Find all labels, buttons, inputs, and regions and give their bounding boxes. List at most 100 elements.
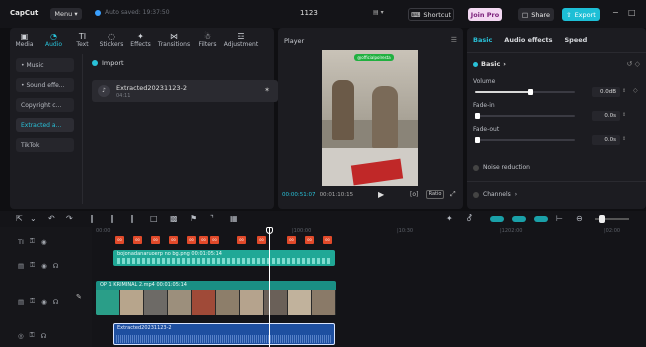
audio-clip[interactable]: Extracted20231123-2: [113, 323, 335, 345]
flag-icon[interactable]: ⚑: [190, 214, 197, 223]
volume-value-field[interactable]: 0.0dB: [592, 87, 620, 97]
maximize-icon[interactable]: □: [628, 8, 636, 17]
zoom-out-icon[interactable]: ⊖: [576, 214, 583, 223]
sticker-clip[interactable]: 00: [133, 236, 142, 244]
auto-snap-toggle[interactable]: [512, 216, 526, 222]
edit-cover-icon[interactable]: ✎: [76, 293, 82, 301]
stepper-icon[interactable]: ⇕: [622, 88, 626, 94]
split-right-icon[interactable]: ∥: [130, 214, 134, 223]
channels-toggle[interactable]: Channels ›: [473, 191, 517, 198]
main-track-magnet-toggle[interactable]: [490, 216, 504, 222]
sticker-clip[interactable]: 00: [210, 236, 219, 244]
fit-screen-icon[interactable]: [o]: [410, 191, 418, 198]
speaker-icon[interactable]: ☊: [53, 262, 59, 270]
crop-icon[interactable]: ⌝: [210, 214, 214, 223]
speaker-icon[interactable]: ☊: [41, 332, 47, 340]
image-clip[interactable]: bojonadanaruoerp no bg.png 00:01:05:14: [113, 250, 335, 266]
microphone-icon[interactable]: ⚦: [466, 214, 473, 223]
add-to-track-icon[interactable]: ✶: [264, 86, 270, 94]
lock-icon[interactable]: ⚿: [30, 237, 35, 246]
sticker-clip[interactable]: 00: [323, 236, 332, 244]
sticker-clip[interactable]: 00: [199, 236, 208, 244]
main-video-clip[interactable]: OP 1 KRIMINAL 2.mp4 00:01:05:14: [96, 281, 336, 315]
split-left-icon[interactable]: ∥: [110, 214, 114, 223]
lock-icon[interactable]: ⚿: [30, 261, 35, 270]
fullscreen-icon[interactable]: ⤢: [450, 190, 456, 199]
menu-button[interactable]: Menu ▾: [50, 8, 82, 20]
chevron-down-icon[interactable]: ⌄: [30, 214, 37, 223]
fade-out-value-field[interactable]: 0.0s: [592, 135, 620, 145]
split-icon[interactable]: ∥: [90, 214, 94, 223]
fade-in-value-field[interactable]: 0.0s: [592, 111, 620, 121]
keyframe-icon[interactable]: ◇: [633, 87, 638, 94]
volume-slider-knob[interactable]: [528, 89, 533, 95]
eye-icon[interactable]: ◉: [41, 298, 47, 306]
sticker-clip[interactable]: 00: [237, 236, 246, 244]
sidebar-item-sound-effects[interactable]: • Sound effe...: [16, 78, 74, 92]
export-button[interactable]: ⇧ Export: [562, 8, 600, 21]
video-preview[interactable]: @officialpolresta: [322, 50, 418, 186]
tab-audio-effects[interactable]: Audio effects: [504, 36, 552, 44]
auto-reframe-icon[interactable]: ▦: [230, 214, 238, 223]
import-button[interactable]: Import: [92, 59, 124, 67]
sticker-clip[interactable]: 00: [169, 236, 178, 244]
sidebar-item-music[interactable]: • Music: [16, 58, 74, 72]
sidebar-item-tiktok[interactable]: TikTok: [16, 138, 74, 152]
shortcut-button[interactable]: ⌨ Shortcut: [408, 8, 454, 21]
delete-icon[interactable]: □: [150, 214, 158, 223]
sticker-clip[interactable]: 00: [115, 236, 124, 244]
sidebar-item-copyright[interactable]: Copyright c...: [16, 98, 74, 112]
audio-asset-card[interactable]: ♪ Extracted20231123-2 04:11 ✶: [92, 80, 278, 102]
playhead-handle[interactable]: [266, 227, 273, 234]
play-icon[interactable]: ▶: [378, 190, 384, 199]
magic-icon[interactable]: ✦: [446, 214, 453, 223]
fade-in-slider-knob[interactable]: [475, 113, 480, 119]
sidebar-item-extracted-audio[interactable]: Extracted a...: [16, 118, 74, 132]
fade-in-slider[interactable]: [475, 113, 575, 119]
sticker-clip[interactable]: 00: [187, 236, 196, 244]
playhead[interactable]: [269, 227, 270, 347]
lock-icon[interactable]: ⚿: [30, 331, 35, 340]
tab-audio[interactable]: ◔ Audio: [39, 28, 68, 52]
sticker-clip[interactable]: 00: [257, 236, 266, 244]
tab-speed[interactable]: Speed: [564, 36, 587, 44]
lock-icon[interactable]: ⚿: [30, 297, 35, 306]
fade-out-slider-knob[interactable]: [475, 137, 480, 143]
tab-stickers[interactable]: ◌ Stickers: [97, 28, 126, 52]
tab-transitions[interactable]: ⋈ Transitions: [155, 28, 193, 52]
sticker-clip[interactable]: 00: [151, 236, 160, 244]
share-button[interactable]: □ Share: [518, 8, 554, 21]
project-title[interactable]: 1123: [300, 9, 318, 17]
fade-out-slider[interactable]: [475, 137, 575, 143]
stepper-icon[interactable]: ⇕: [622, 112, 626, 118]
eye-icon[interactable]: ◉: [41, 262, 47, 270]
tab-text[interactable]: TI Text: [68, 28, 97, 52]
join-pro-button[interactable]: Join Pro: [468, 8, 502, 21]
sticker-clip[interactable]: 00: [305, 236, 314, 244]
stepper-icon[interactable]: ⇕: [622, 136, 626, 142]
noise-reduction-toggle[interactable]: Noise reduction: [473, 164, 530, 171]
preview-axis-icon[interactable]: ⊢: [556, 214, 563, 223]
tab-effects[interactable]: ✦ Effects: [126, 28, 155, 52]
basic-section-header[interactable]: Basic ›: [473, 60, 506, 68]
redo-icon[interactable]: ↷: [66, 214, 73, 223]
clip-label: OP 1 KRIMINAL 2.mp4 00:01:05:14: [100, 282, 187, 288]
volume-slider[interactable]: [475, 89, 575, 95]
eye-icon[interactable]: ◉: [41, 238, 47, 246]
speaker-icon[interactable]: ☊: [53, 298, 59, 306]
menu-icon[interactable]: ☰: [451, 36, 457, 44]
tab-basic[interactable]: Basic: [473, 36, 492, 44]
select-tool-icon[interactable]: ⇱: [16, 214, 23, 223]
reset-keyframe-icons[interactable]: ↺ ◇: [627, 60, 640, 68]
tab-media[interactable]: ▣ Media: [10, 28, 39, 52]
tab-filters[interactable]: ☃ Filters: [193, 28, 222, 52]
ratio-button[interactable]: Ratio: [426, 190, 444, 199]
undo-icon[interactable]: ↶: [48, 214, 55, 223]
sticker-clip[interactable]: 00: [287, 236, 296, 244]
freeze-icon[interactable]: ▩: [170, 214, 178, 223]
timeline-zoom-knob[interactable]: [599, 215, 605, 223]
tab-adjustment[interactable]: ☲ Adjustment: [222, 28, 260, 52]
minimize-icon[interactable]: −: [612, 8, 619, 17]
layout-icon[interactable]: ▤ ▾: [373, 9, 393, 19]
linkage-toggle[interactable]: [534, 216, 548, 222]
